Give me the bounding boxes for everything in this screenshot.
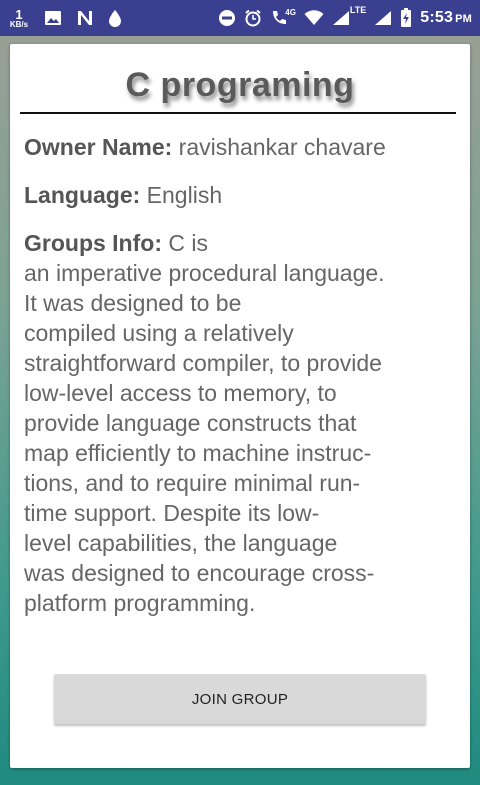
signal-icon: [374, 10, 392, 26]
time-ampm: PM: [455, 13, 472, 25]
signal-lte-icon: LTE: [332, 5, 366, 26]
n-app-icon: [76, 10, 94, 26]
wifi-icon: [304, 10, 324, 26]
language-value: English: [140, 182, 223, 208]
language-row: Language: English: [24, 180, 456, 210]
groups-info-label: Groups Info:: [24, 230, 162, 256]
status-time: 5:53 PM: [420, 9, 472, 27]
speed-unit: KB/s: [9, 19, 29, 29]
drop-icon: [108, 9, 122, 27]
group-details-card: C programing Owner Name: ravishankar cha…: [10, 44, 470, 768]
title-divider: [20, 112, 456, 114]
battery-icon: [400, 8, 412, 28]
join-group-button[interactable]: JOIN GROUP: [54, 674, 426, 724]
owner-value: ravishankar chavare: [172, 134, 386, 160]
groups-info-first: C is: [161, 230, 208, 256]
status-bar: 1 KB/s 4G LTE 5:53 PM: [0, 0, 480, 36]
language-label: Language:: [24, 182, 141, 208]
group-title: C programing: [125, 66, 355, 104]
groups-info-text: an imperative procedural language. It wa…: [24, 260, 385, 616]
time-value: 5:53: [420, 9, 454, 26]
groups-info-row: Groups Info: C is an imperative procedur…: [24, 228, 456, 618]
owner-row: Owner Name: ravishankar chavare: [24, 132, 456, 162]
owner-label: Owner Name:: [24, 134, 173, 160]
do-not-disturb-icon: [218, 9, 236, 27]
network-lte-label: LTE: [349, 5, 367, 15]
speed-value: 1: [15, 6, 23, 22]
alarm-icon: [244, 9, 262, 27]
wifi-call-icon: 4G: [270, 7, 296, 27]
gallery-icon: [44, 10, 62, 26]
network-4g-label: 4G: [285, 7, 296, 17]
network-speed: 1 KB/s: [8, 8, 30, 29]
